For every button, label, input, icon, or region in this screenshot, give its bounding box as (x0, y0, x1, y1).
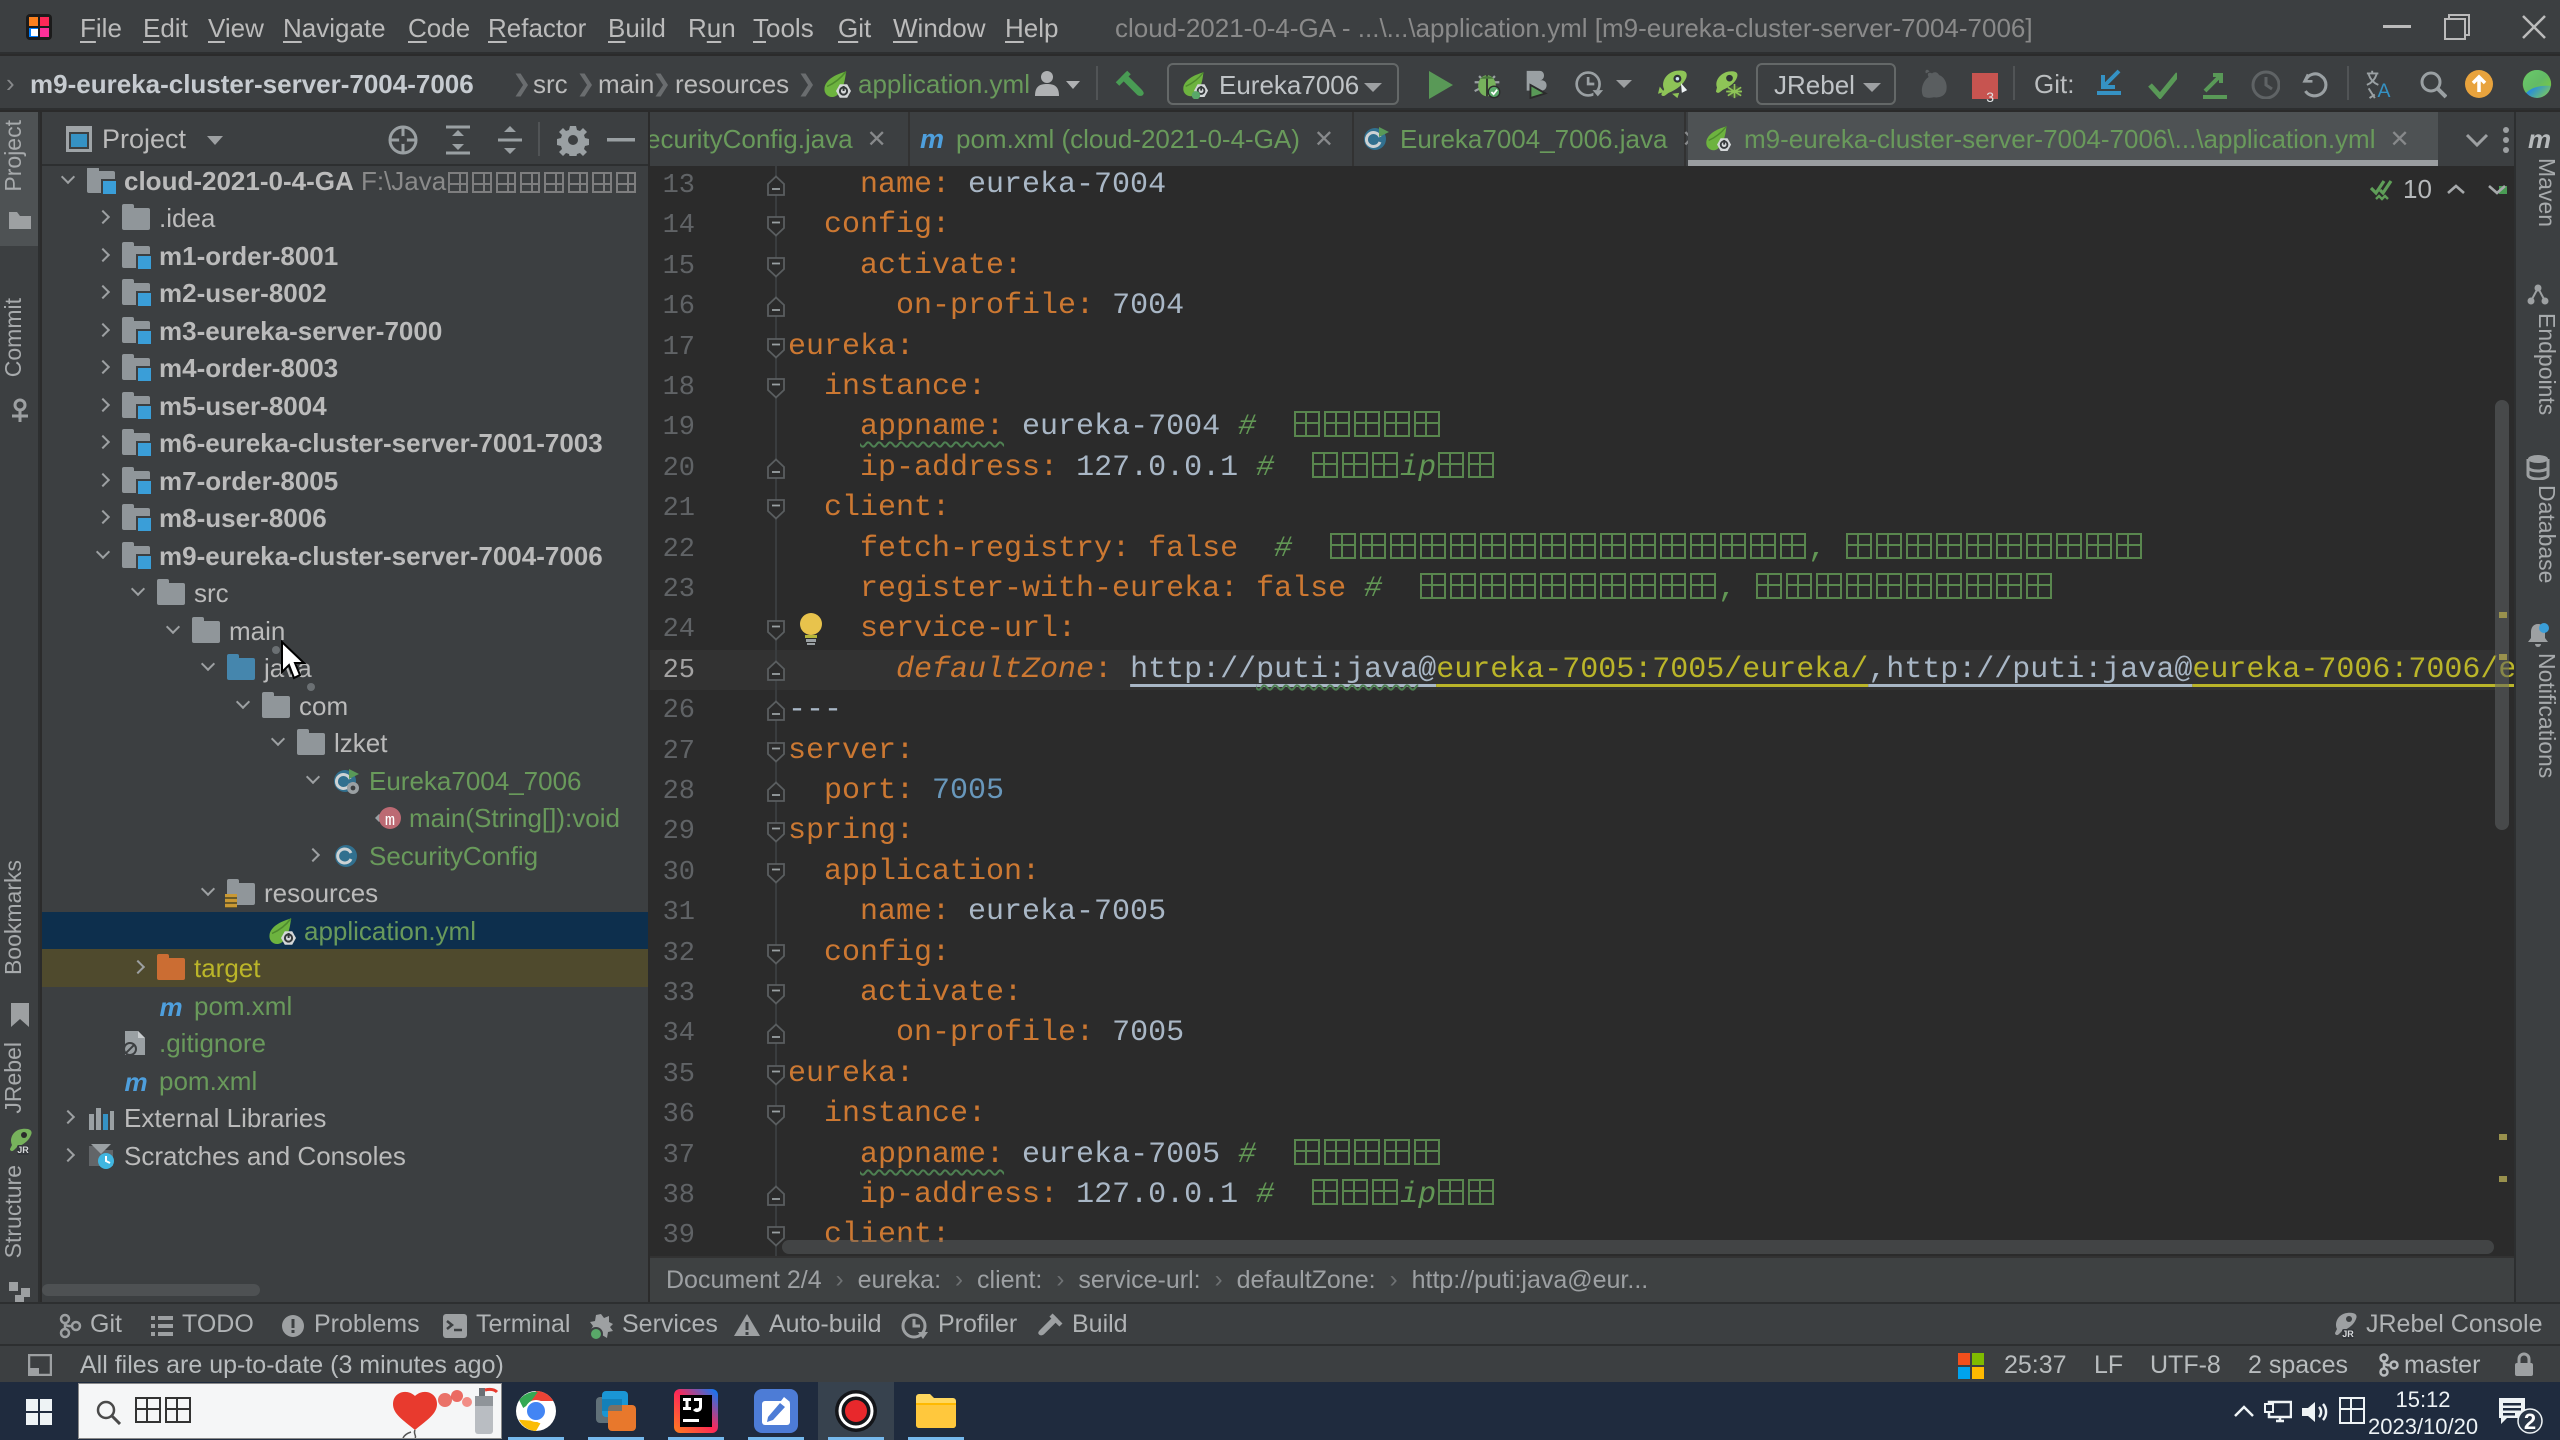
svg-text:3: 3 (1986, 89, 1994, 103)
svg-text:A: A (2377, 80, 2390, 99)
svg-text:2: 2 (2524, 1409, 2536, 1434)
svg-text:JR: JR (17, 1145, 29, 1155)
svg-text:JR: JR (2342, 1329, 2354, 1339)
svg-text:m: m (385, 812, 395, 831)
